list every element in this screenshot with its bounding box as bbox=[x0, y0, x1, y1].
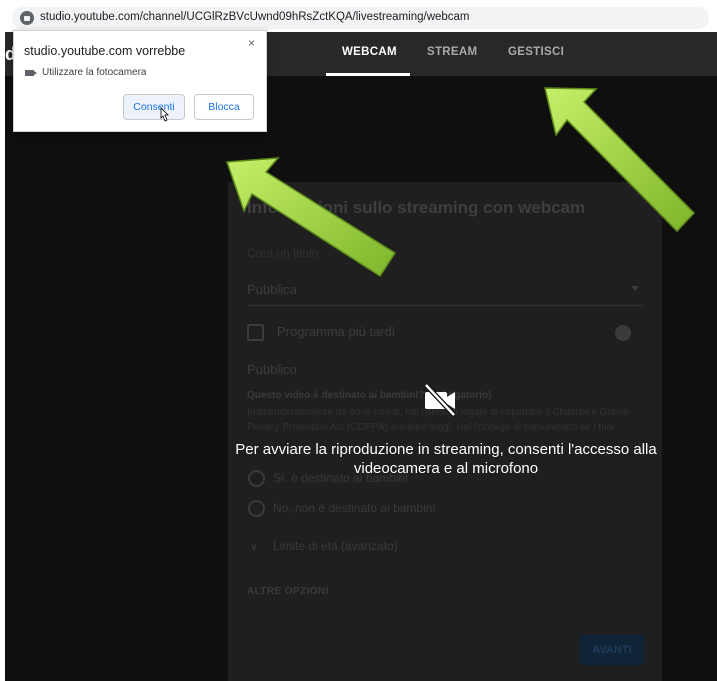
active-tab-indicator bbox=[326, 73, 410, 76]
dropdown-caret-icon[interactable] bbox=[631, 286, 639, 291]
camera-off-icon bbox=[424, 383, 456, 417]
popup-title: studio.youtube.com vorrebbe bbox=[24, 44, 186, 58]
mouse-cursor-icon bbox=[160, 107, 169, 122]
permission-request: Utilizzare la fotocamera bbox=[42, 67, 147, 78]
radio-no-kids[interactable] bbox=[248, 500, 265, 517]
chevron-down-icon[interactable]: ∨ bbox=[250, 540, 258, 553]
url-text[interactable]: studio.youtube.com/channel/UCGlRzBVcUwnd… bbox=[40, 11, 470, 23]
title-field[interactable]: Crea un titolo bbox=[247, 246, 318, 260]
lock-icon[interactable] bbox=[20, 11, 34, 25]
radio-no-label[interactable]: No, non è destinato ai bambini bbox=[273, 501, 435, 515]
dialog-title: Informazioni sullo streaming con webcam bbox=[247, 198, 586, 217]
camera-icon bbox=[25, 70, 37, 76]
tab-manage[interactable]: GESTISCI bbox=[508, 46, 564, 58]
calendar-icon bbox=[247, 324, 264, 341]
kids-text-line-2: Privacy Protection Act (COPPA) e/o altre… bbox=[247, 422, 615, 433]
schedule-later-label: Programma più tardi bbox=[277, 324, 395, 339]
camera-access-message: Per avviare la riproduzione in streaming… bbox=[235, 441, 657, 477]
allow-button[interactable]: Consenti bbox=[123, 94, 185, 120]
close-icon[interactable]: × bbox=[248, 36, 255, 50]
audience-heading: Pubblico bbox=[247, 362, 297, 377]
schedule-toggle[interactable] bbox=[615, 325, 631, 341]
visibility-select[interactable]: Pubblica bbox=[247, 282, 297, 297]
more-options-link[interactable]: ALTRE OPZIONI bbox=[247, 586, 329, 597]
tab-stream[interactable]: STREAM bbox=[427, 46, 477, 58]
address-bar[interactable]: studio.youtube.com/channel/UCGlRzBVcUwnd… bbox=[0, 0, 717, 32]
block-button[interactable]: Blocca bbox=[194, 94, 254, 120]
permission-popup: studio.youtube.com vorrebbe × Utilizzare… bbox=[13, 30, 267, 132]
age-limit-toggle[interactable]: Limite di età (avanzato) bbox=[273, 539, 398, 553]
webcam-stream-dialog: Informazioni sullo streaming con webcam … bbox=[228, 182, 662, 681]
tab-webcam[interactable]: WEBCAM bbox=[342, 46, 397, 58]
next-button[interactable]: AVANTI bbox=[580, 635, 644, 665]
select-underline bbox=[247, 305, 643, 306]
